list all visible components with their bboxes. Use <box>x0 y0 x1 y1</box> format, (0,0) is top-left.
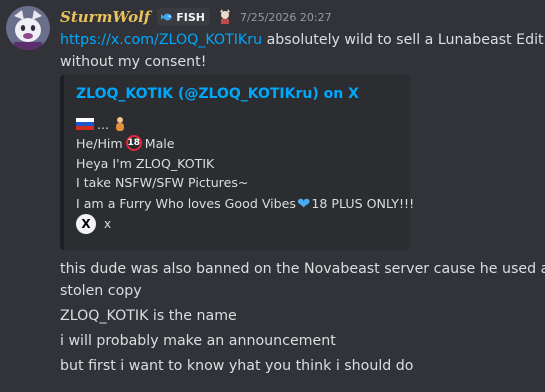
embed-line-flag: ... <box>76 116 127 132</box>
server-tag[interactable]: FISH <box>157 8 210 26</box>
embed-furry-text: I am a Furry Who loves Good Vibes <box>76 196 296 211</box>
blue-heart-icon: ❤ <box>296 194 311 213</box>
followup-message-4: but first i want to know yhat you think … <box>60 358 414 374</box>
role-badge-icon[interactable] <box>217 9 233 25</box>
embed-gender: Male <box>144 135 175 151</box>
embed-title[interactable]: ZLOQ_KOTIK (@ZLOQ_KOTIKru) on X <box>76 86 359 102</box>
followup-message-3: i will probably make an announcement <box>60 333 336 349</box>
embed-plus-only: 18 PLUS ONLY!!! <box>311 196 415 211</box>
embed-line-pronouns: He/Him 18 Male <box>76 135 175 151</box>
message-link[interactable]: https://x.com/ZLOQ_KOTIKru <box>60 32 262 48</box>
followup-message-1-cont: stolen copy <box>60 283 142 299</box>
message-header: SturmWolf FISH 7/25/2026 20:27 <box>60 6 332 28</box>
server-tag-label: FISH <box>176 10 205 24</box>
avatar-wolf-icon <box>6 6 50 50</box>
message-line-1: https://x.com/ZLOQ_KOTIKru absolutely wi… <box>60 29 544 51</box>
embed-footer: X x <box>76 214 111 234</box>
message-line-2: without my consent! <box>60 54 207 70</box>
embed-dots: ... <box>97 116 110 132</box>
embed-line-intro: Heya I'm ZLOQ_KOTIK <box>76 156 215 171</box>
age-18-icon: 18 <box>125 135 142 151</box>
username[interactable]: SturmWolf <box>60 8 150 26</box>
message-text-rest: absolutely wild to sell a Lunabeast Edit <box>262 32 544 48</box>
fish-icon <box>161 13 173 21</box>
embed-footer-text: x <box>104 217 112 231</box>
embed-line-pictures: I take NSFW/SFW Pictures~ <box>76 175 249 190</box>
followup-message-2: ZLOQ_KOTIK is the name <box>60 308 237 324</box>
embed-pronouns: He/Him <box>76 135 123 151</box>
person-emoji-icon <box>116 117 125 131</box>
link-embed: ZLOQ_KOTIK (@ZLOQ_KOTIKru) on X ... He/H… <box>60 75 414 250</box>
embed-line-furry: I am a Furry Who loves Good Vibes ❤ 18 P… <box>76 194 414 213</box>
x-logo-icon: X <box>76 214 96 234</box>
timestamp: 7/25/2026 20:27 <box>239 10 332 24</box>
followup-message-1: this dude was also banned on the Novabea… <box>60 261 545 277</box>
avatar[interactable] <box>6 6 50 50</box>
russia-flag-icon <box>76 118 94 130</box>
